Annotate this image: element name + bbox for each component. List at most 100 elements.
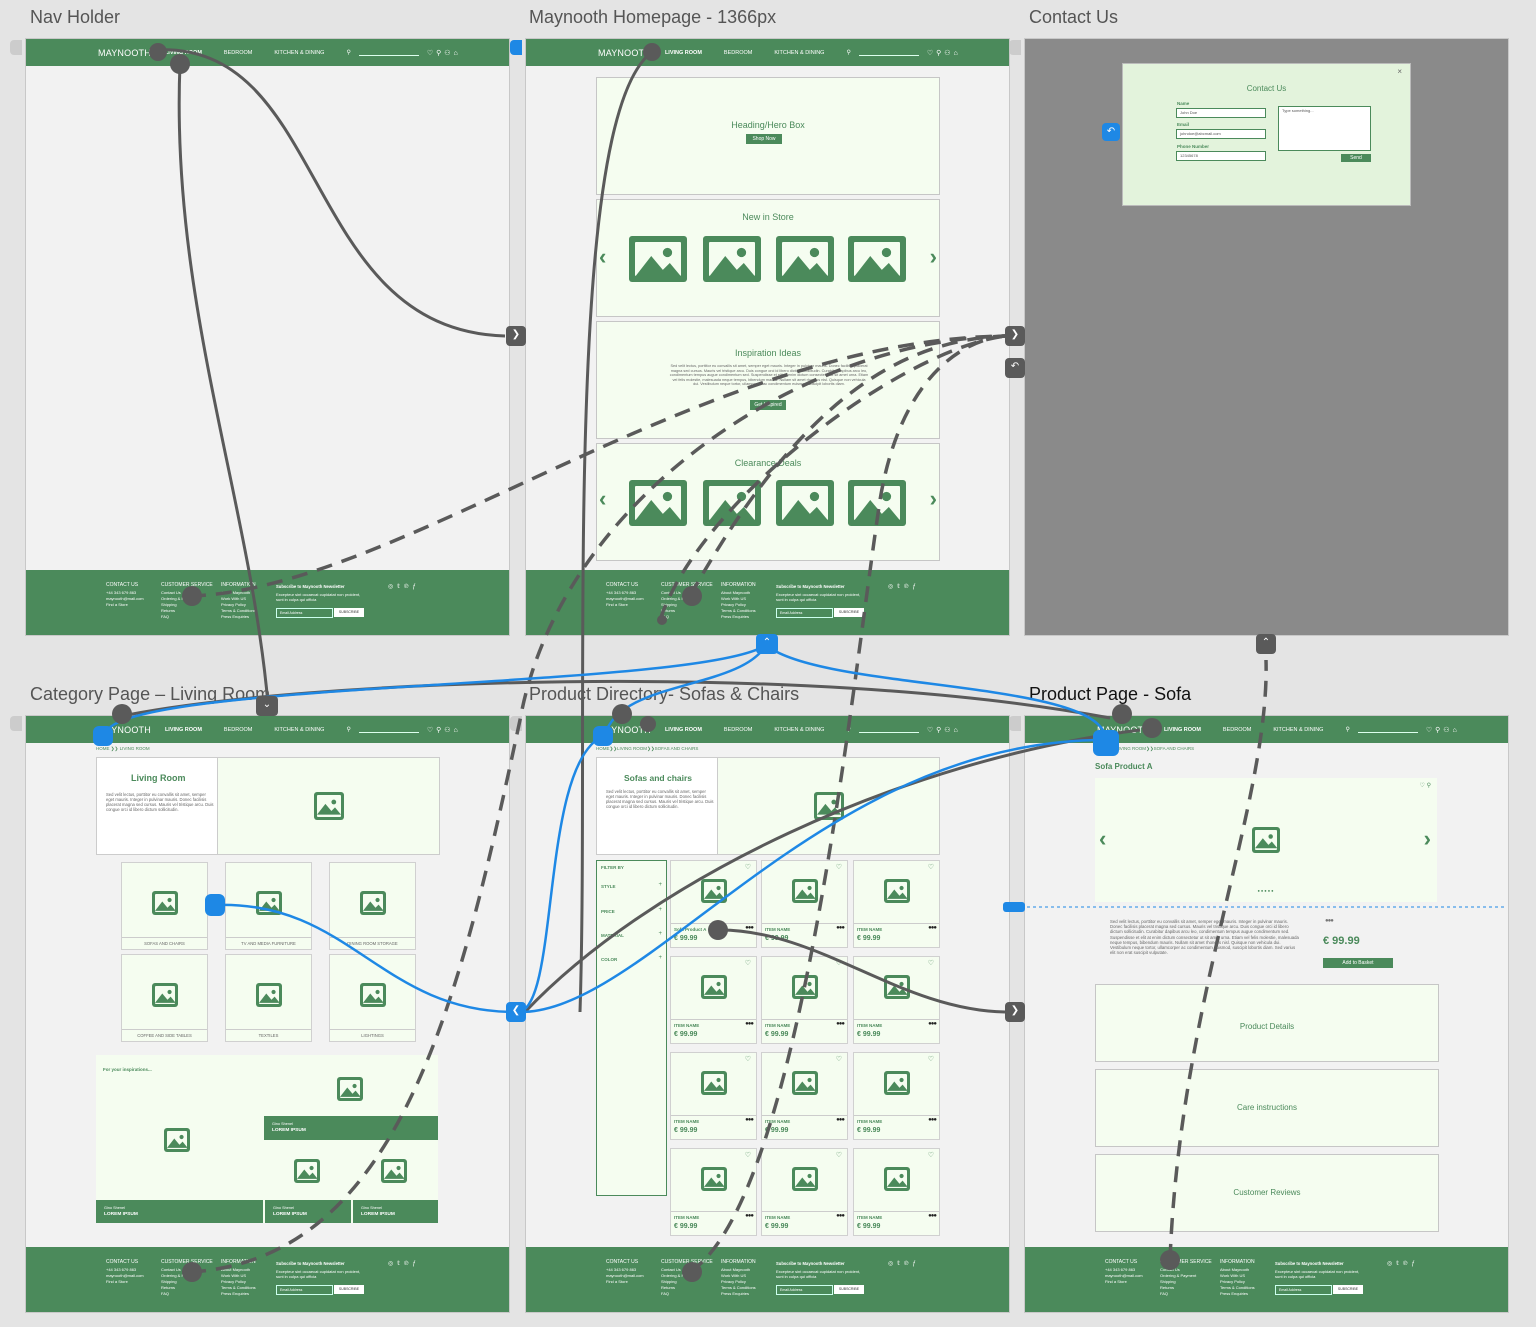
brand-logo[interactable]: MAYNOOTH — [98, 48, 151, 58]
category-tile[interactable]: SOFAS AND CHAIRS — [121, 862, 208, 950]
category-tile[interactable]: TEXTILES — [225, 954, 312, 1042]
search-input[interactable] — [858, 726, 919, 733]
chevron-down-icon[interactable]: ⌄ — [256, 696, 278, 716]
accordion-product-details[interactable]: Product Details — [1095, 984, 1439, 1062]
artboard-homepage[interactable]: MAYNOOTH LIVING ROOM BEDROOM KITCHEN & D… — [525, 38, 1010, 636]
category-tile[interactable]: COFFEE AND SIDE TABLES — [121, 954, 208, 1042]
image-placeholder-icon[interactable] — [848, 480, 906, 526]
product-card[interactable]: ♡ ITEM NAME ●●● € 99.99 — [670, 1052, 757, 1140]
send-button[interactable]: Send — [1341, 154, 1371, 162]
heart-icon[interactable]: ♡ — [928, 959, 934, 967]
image-placeholder-icon[interactable] — [629, 480, 687, 526]
carousel-prev-icon[interactable]: ‹ — [599, 486, 606, 512]
artboard-handle[interactable] — [510, 40, 522, 55]
color-swatches[interactable]: ●●● — [745, 1213, 754, 1219]
heart-icon[interactable]: ♡ — [928, 1151, 934, 1159]
breadcrumb-home[interactable]: HOME — [596, 746, 610, 751]
color-swatches[interactable]: ●●● — [928, 1021, 937, 1027]
nav-link-living-room[interactable]: LIVING ROOM — [165, 727, 202, 733]
banner[interactable]: Gino Shenel LOREM IPSUM — [265, 1200, 351, 1223]
image-placeholder-icon[interactable] — [776, 480, 834, 526]
heart-icon[interactable]: ♡ — [745, 863, 751, 871]
nav-icons[interactable]: ♡⚲⚇⌂ — [427, 726, 461, 734]
chevron-right-icon[interactable]: ❯ — [1005, 1002, 1025, 1022]
footer-line[interactable]: Find a Store — [106, 602, 144, 608]
filter-material[interactable]: MATERIAL — [601, 933, 624, 938]
expand-icon[interactable]: + — [658, 931, 662, 937]
nav-icons[interactable]: ♡⚲⚇⌂ — [927, 726, 961, 734]
brand-logo[interactable]: MAYNOOTH — [1097, 725, 1150, 735]
nav-link-bedroom[interactable]: BEDROOM — [224, 50, 252, 56]
subscribe-button[interactable]: SUBSCRIBE — [334, 1285, 364, 1294]
product-card[interactable]: ♡ ITEM NAME ●●● € 99.99 — [670, 1148, 757, 1236]
product-card[interactable]: ♡ ITEM NAME ●●● € 99.99 — [853, 1052, 940, 1140]
heart-icon[interactable]: ♡ — [836, 1151, 842, 1159]
filter-price[interactable]: PRICE — [601, 909, 615, 914]
color-swatches[interactable]: ●●● — [928, 1117, 937, 1123]
image-placeholder-icon[interactable] — [776, 236, 834, 282]
nav-link-kitchen[interactable]: KITCHEN & DINING — [1273, 727, 1323, 733]
message-textarea[interactable]: Type something... — [1278, 106, 1371, 151]
email-field[interactable]: johndoe@abcmail.com — [1176, 129, 1266, 139]
heart-icon[interactable]: ♡ — [745, 1055, 751, 1063]
footer-link[interactable]: FAQ — [1160, 1291, 1212, 1297]
filter-color[interactable]: COLOR — [601, 957, 617, 962]
footer-link[interactable]: FAQ — [161, 1291, 213, 1297]
artboard-nav-holder[interactable]: MAYNOOTH LIVING ROOM BEDROOM KITCHEN & D… — [25, 38, 510, 636]
heart-icon[interactable]: ♡ — [836, 959, 842, 967]
back-arrow-icon[interactable]: ↶ — [1005, 358, 1025, 378]
color-swatches[interactable]: ●●● — [928, 925, 937, 931]
footer-link[interactable]: Press Enquiries — [1220, 1291, 1255, 1297]
artboard-directory[interactable]: MAYNOOTH LIVING ROOM BEDROOM KITCHEN & D… — [525, 715, 1010, 1313]
product-card[interactable]: ♡ ITEM NAME ●●● € 99.99 — [853, 860, 940, 948]
social-icons[interactable]: ◎𝕥℗ƒ — [388, 583, 420, 590]
product-card[interactable]: ♡ ITEM NAME ●●● € 99.99 — [761, 956, 848, 1044]
get-inspired-button[interactable]: Get Inspired — [750, 400, 786, 410]
newsletter-email-input[interactable]: Email Address — [276, 608, 333, 618]
gallery-next-icon[interactable]: › — [1424, 826, 1431, 852]
color-swatches[interactable]: ●●● — [745, 1117, 754, 1123]
brand-logo[interactable]: MAYNOOTH — [98, 725, 151, 735]
search-icon[interactable]: ⚲ — [346, 726, 350, 733]
product-card[interactable]: ♡ ITEM NAME ●●● € 99.99 — [853, 1148, 940, 1236]
brand-logo[interactable]: MAYNOOTH — [598, 725, 651, 735]
phone-field[interactable]: 12345678 — [1176, 151, 1266, 161]
color-swatches[interactable]: ●●● — [836, 1021, 845, 1027]
heart-icon[interactable]: ♡ — [836, 1055, 842, 1063]
newsletter-email-input[interactable]: Email Address — [1275, 1285, 1332, 1295]
product-card[interactable]: ♡ ITEM NAME ●●● € 99.99 — [853, 956, 940, 1044]
subscribe-button[interactable]: SUBSCRIBE — [334, 608, 364, 617]
breadcrumb-mid[interactable]: LIVING ROOM — [1116, 746, 1146, 751]
nav-link-kitchen[interactable]: KITCHEN & DINING — [774, 50, 824, 56]
search-input[interactable] — [358, 726, 419, 733]
footer-link[interactable]: FAQ — [661, 614, 713, 620]
chevron-up-icon[interactable]: ⌃ — [756, 634, 778, 654]
social-icons[interactable]: ◎𝕥℗ƒ — [888, 1260, 920, 1267]
social-icons[interactable]: ◎𝕥℗ƒ — [1387, 1260, 1419, 1267]
artboard-category[interactable]: MAYNOOTH LIVING ROOM BEDROOM KITCHEN & D… — [25, 715, 510, 1313]
nav-link-bedroom[interactable]: BEDROOM — [224, 727, 252, 733]
color-swatches[interactable]: ●●● — [928, 1213, 937, 1219]
color-swatches[interactable]: ●●● — [836, 1117, 845, 1123]
product-card[interactable]: ♡ ITEM NAME ●●● € 99.99 — [761, 860, 848, 948]
footer-line[interactable]: Find a Store — [606, 602, 644, 608]
nav-icons[interactable]: ♡⚲⚇⌂ — [427, 49, 461, 57]
footer-line[interactable]: Find a Store — [106, 1279, 144, 1285]
nav-icons[interactable]: ♡⚲⚇⌂ — [927, 49, 961, 57]
heart-icon[interactable]: ♡ — [745, 959, 751, 967]
search-icon[interactable]: ⚲ — [846, 49, 850, 56]
footer-line[interactable]: Find a Store — [1105, 1279, 1143, 1285]
product-card[interactable]: ♡ ITEM NAME ●●● € 99.99 — [670, 956, 757, 1044]
chevron-up-icon[interactable]: ⌃ — [1256, 634, 1276, 654]
artboard-handle[interactable] — [510, 716, 522, 731]
expand-icon[interactable]: + — [658, 955, 662, 961]
artboard-handle[interactable] — [1009, 40, 1021, 55]
color-swatches[interactable]: ●●● — [1325, 918, 1334, 924]
color-swatches[interactable]: ●●● — [836, 1213, 845, 1219]
search-input[interactable] — [1357, 726, 1418, 733]
add-to-basket-button[interactable]: Add to Basket — [1323, 958, 1393, 968]
nav-link-bedroom[interactable]: BEDROOM — [724, 50, 752, 56]
artboard-handle[interactable] — [10, 716, 22, 731]
banner[interactable]: Gino Shenel LOREM IPSUM — [353, 1200, 438, 1223]
footer-link[interactable]: Press Enquiries — [721, 1291, 756, 1297]
